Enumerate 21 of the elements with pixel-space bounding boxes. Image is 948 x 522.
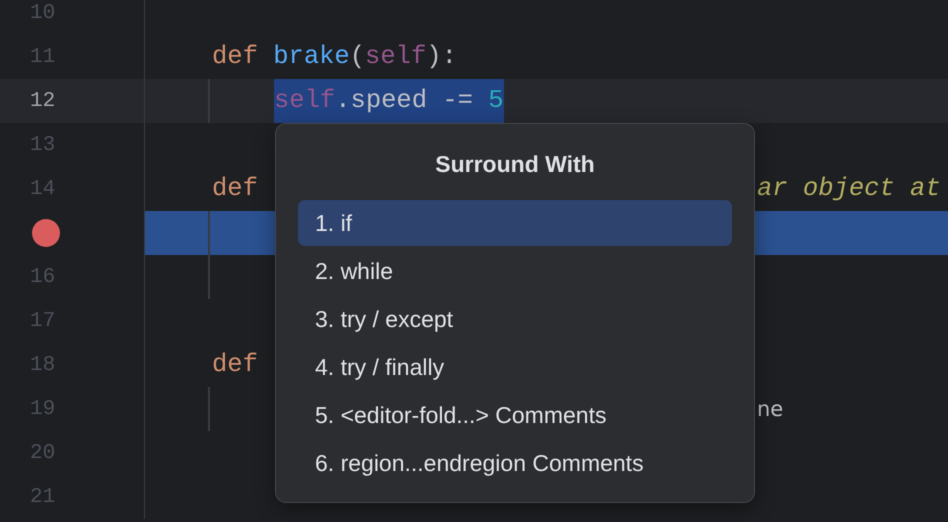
code-token: def (212, 173, 258, 205)
menu-item[interactable]: 6. region...endregion Comments (298, 440, 732, 486)
popup-title: Surround With (435, 150, 595, 179)
code-text: ar object at (757, 173, 941, 205)
code-token: .speed -= (335, 79, 488, 123)
breakpoint-icon[interactable] (32, 219, 60, 247)
code-token: ( (350, 41, 366, 73)
menu-item[interactable]: 4. try / finally (298, 344, 732, 390)
menu-item[interactable]: 5. <editor-fold...> Comments (298, 392, 732, 438)
menu-item[interactable]: 1. if (298, 200, 732, 246)
line-number: 12 (30, 90, 56, 112)
code-token: self (274, 79, 336, 123)
code-token: self (365, 41, 426, 73)
code-token: brake (273, 41, 350, 73)
menu-item[interactable]: 2. while (298, 248, 732, 294)
code-token: ): (426, 41, 457, 73)
code-token: def (212, 349, 258, 381)
code-token: 5 (488, 79, 504, 123)
code-token: def (212, 41, 258, 73)
code-text: ne (757, 396, 784, 423)
menu-item[interactable]: 3. try / except (298, 296, 732, 342)
